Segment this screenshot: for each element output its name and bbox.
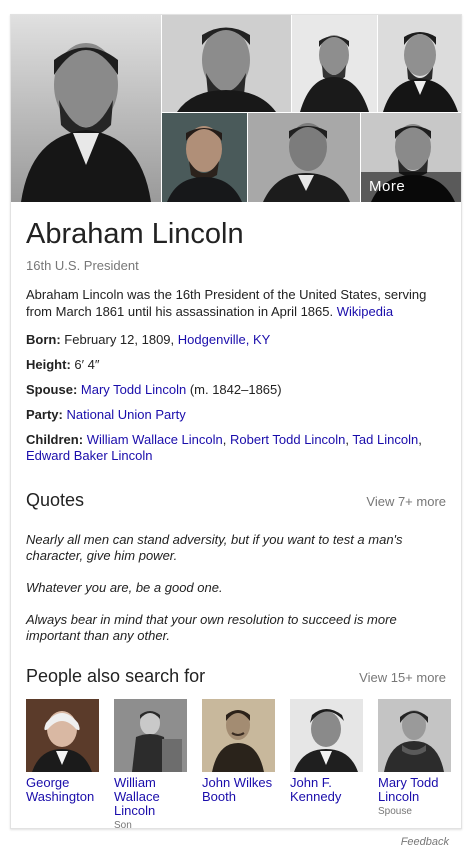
separator: , <box>345 432 350 447</box>
entity-description: Abraham Lincoln was the 16th President o… <box>26 286 446 320</box>
fact-party: Party: National Union Party <box>26 407 446 423</box>
fact-children: Children: William Wallace Lincoln, Rober… <box>26 432 446 464</box>
person-name[interactable]: George Washington <box>26 776 100 804</box>
fact-value: February 12, 1809, <box>64 332 175 347</box>
separator: , <box>418 432 422 447</box>
wikipedia-link[interactable]: Wikipedia <box>337 304 393 319</box>
people-carousel: George Washington William Wallace Lincol… <box>26 699 451 829</box>
child-link[interactable]: Tad Lincoln <box>352 432 418 447</box>
quote-item: Nearly all men can stand adversity, but … <box>26 532 403 563</box>
person-card-john-wilkes-booth[interactable]: John Wilkes Booth <box>202 699 276 806</box>
person-role: Spouse <box>378 806 412 817</box>
person-thumbnail[interactable] <box>114 699 187 772</box>
people-view-more-link[interactable]: View 15+ more <box>359 670 446 685</box>
portrait-image[interactable] <box>248 113 360 202</box>
child-link[interactable]: William Wallace Lincoln <box>87 432 223 447</box>
fact-label: Height: <box>26 357 71 372</box>
people-title: People also search for <box>26 666 206 686</box>
person-thumbnail[interactable] <box>290 699 363 772</box>
portrait-image[interactable]: More images <box>361 113 461 202</box>
person-name[interactable]: John Wilkes Booth <box>202 776 276 804</box>
image-mosaic: More images <box>11 15 461 202</box>
fact-spouse: Spouse: Mary Todd Lincoln (m. 1842–1865) <box>26 382 446 398</box>
portrait-image[interactable] <box>11 15 161 202</box>
person-thumbnail[interactable] <box>26 699 99 772</box>
feedback-link[interactable]: Feedback <box>401 836 449 848</box>
more-images-button[interactable]: More images <box>361 172 461 202</box>
child-link[interactable]: Edward Baker Lincoln <box>26 448 152 463</box>
person-card-william-wallace-lincoln[interactable]: William Wallace Lincoln Son <box>114 699 188 829</box>
quotes-title: Quotes <box>26 490 85 510</box>
person-card-jfk[interactable]: John F. Kennedy <box>290 699 364 806</box>
entity-subtitle: 16th U.S. President <box>26 258 139 273</box>
fact-label: Spouse: <box>26 382 78 397</box>
person-role: Son <box>114 820 132 829</box>
knowledge-panel: More images Abraham Lincoln 16th U.S. Pr… <box>10 14 462 829</box>
person-thumbnail[interactable] <box>378 699 451 772</box>
people-header: People also search for View 15+ more <box>26 666 446 690</box>
fact-value: (m. 1842–1865) <box>189 382 282 397</box>
person-name[interactable]: Mary Todd Lincoln <box>378 776 452 804</box>
fact-born: Born: February 12, 1809, Hodgenville, KY <box>26 332 446 348</box>
quote-item: Always bear in mind that your own resolu… <box>26 612 397 643</box>
birthplace-link[interactable]: Hodgenville, KY <box>178 332 271 347</box>
person-card-washington[interactable]: George Washington <box>26 699 100 806</box>
fact-value: 6′ 4″ <box>74 357 100 372</box>
spouse-link[interactable]: Mary Todd Lincoln <box>81 382 186 397</box>
person-thumbnail[interactable] <box>202 699 275 772</box>
person-name[interactable]: William Wallace Lincoln <box>114 776 188 818</box>
portrait-image[interactable] <box>292 15 377 112</box>
fact-label: Party: <box>26 407 63 422</box>
entity-title: Abraham Lincoln <box>26 218 244 250</box>
portrait-image[interactable] <box>162 15 291 112</box>
fact-height: Height: 6′ 4″ <box>26 357 446 373</box>
party-link[interactable]: National Union Party <box>66 407 185 422</box>
portrait-image[interactable] <box>378 15 461 112</box>
quotes-view-more-link[interactable]: View 7+ more <box>366 494 446 509</box>
child-link[interactable]: Robert Todd Lincoln <box>230 432 345 447</box>
person-name[interactable]: John F. Kennedy <box>290 776 364 804</box>
person-card-mary-todd-lincoln[interactable]: Mary Todd Lincoln Spouse <box>378 699 452 817</box>
quote-item: Whatever you are, be a good one. <box>26 580 223 595</box>
quotes-header: Quotes View 7+ more <box>26 490 446 514</box>
separator: , <box>222 432 227 447</box>
portrait-image[interactable] <box>162 113 247 202</box>
fact-label: Children: <box>26 432 84 447</box>
fact-label: Born: <box>26 332 61 347</box>
panel-content: Abraham Lincoln 16th U.S. President Abra… <box>26 202 451 829</box>
